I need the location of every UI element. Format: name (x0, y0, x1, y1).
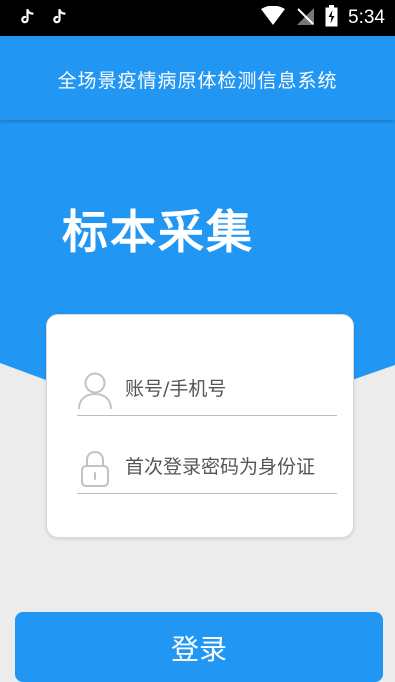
account-input[interactable] (125, 363, 337, 415)
tiktok-icon (20, 8, 34, 29)
app-title: 全场景疫情病原体检测信息系统 (57, 70, 338, 92)
status-bar: 5:34 (0, 0, 395, 36)
login-button[interactable]: 登录 (15, 612, 383, 682)
password-field (77, 441, 337, 494)
password-input[interactable] (125, 441, 337, 493)
lock-icon (77, 449, 113, 489)
no-signal-icon (295, 6, 315, 30)
wifi-icon (261, 5, 286, 30)
status-bar-time: 5:34 (348, 7, 385, 28)
battery-icon (325, 5, 338, 31)
status-bar-system: 5:34 (261, 5, 385, 31)
hero-title: 标本采集 (62, 205, 254, 259)
account-field (77, 363, 337, 416)
status-bar-notifications (20, 8, 66, 29)
login-card (46, 314, 354, 538)
tiktok-icon (52, 8, 66, 29)
user-icon (77, 371, 113, 411)
app-header: 全场景疫情病原体检测信息系统 (0, 36, 395, 120)
login-button-label: 登录 (170, 633, 227, 666)
